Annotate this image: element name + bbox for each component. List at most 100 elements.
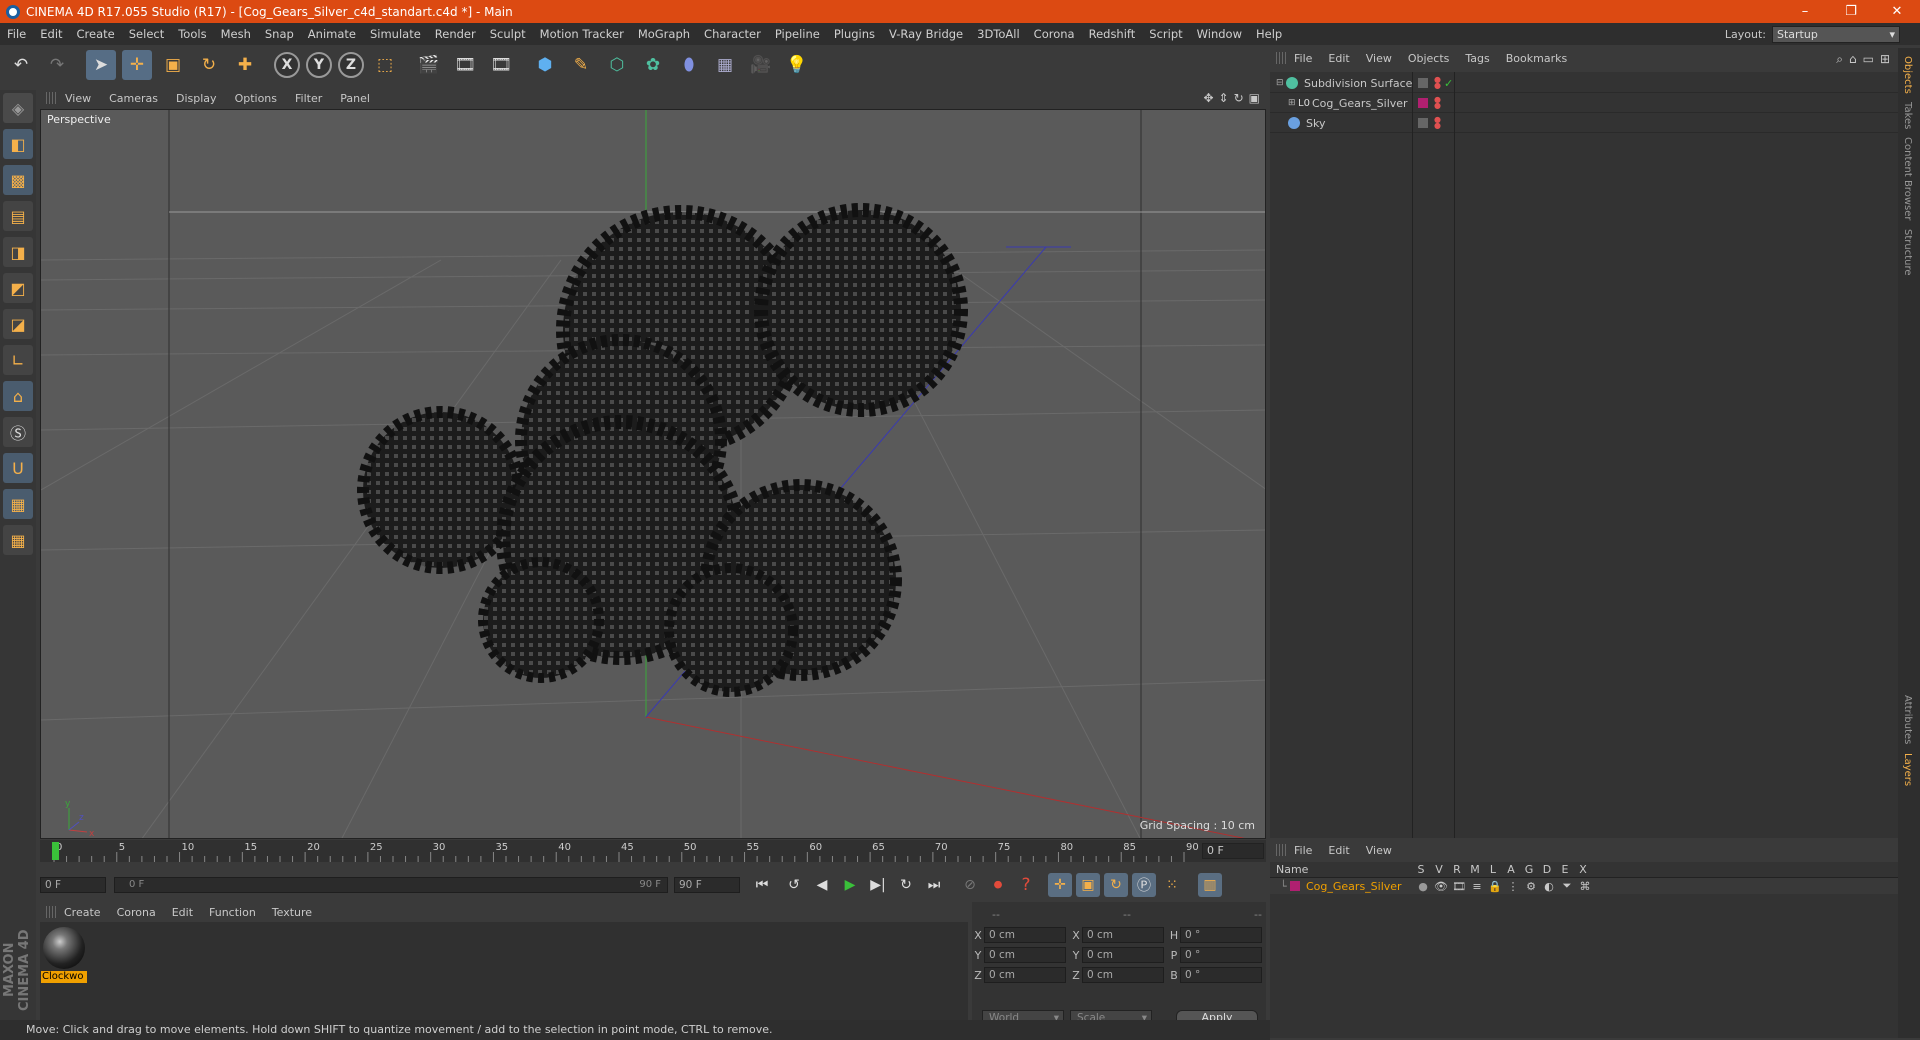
select-arrow-icon[interactable]: ➤ (86, 50, 116, 80)
point-mode-icon[interactable]: ◨ (3, 237, 33, 267)
panel-grip-icon[interactable] (1276, 52, 1286, 64)
polygon-mode-icon[interactable]: ◪ (3, 309, 33, 339)
workplane-lock-icon[interactable]: ▦ (3, 489, 33, 519)
menu-animate[interactable]: Animate (301, 27, 363, 41)
model-mode-icon[interactable]: ◧ (3, 129, 33, 159)
object-name[interactable]: Sky (1306, 117, 1325, 130)
animation-toggle-icon[interactable]: ⋮ (1504, 880, 1522, 893)
lock-toggle-icon[interactable]: 🔒 (1486, 880, 1504, 893)
object-name[interactable]: Cog_Gears_Silver (1312, 97, 1408, 110)
make-editable-icon[interactable]: ◈ (3, 93, 33, 123)
tab-objects[interactable]: Objects (1902, 56, 1913, 94)
layout-dropdown[interactable]: Startup (1772, 25, 1900, 43)
viewport-menu-display[interactable]: Display (167, 92, 226, 105)
live-selection-icon[interactable]: ✚ (230, 50, 260, 80)
new-window-icon[interactable]: ▭ (1863, 52, 1874, 67)
snap-magnet-icon[interactable]: U (3, 453, 33, 483)
start-frame-field[interactable]: 0 F (40, 877, 106, 893)
play-icon[interactable]: ▶ (838, 873, 862, 897)
key-position-icon[interactable]: ✛ (1048, 873, 1072, 897)
manager-toggle-icon[interactable]: ≡ (1468, 880, 1486, 893)
material-menu-create[interactable]: Create (56, 906, 109, 919)
render-view-icon[interactable]: 🎬 (414, 50, 444, 80)
rotation-b-field[interactable]: 0 ° (1180, 967, 1262, 983)
tab-content-browser[interactable]: Content Browser (1902, 137, 1913, 220)
axis-mode-icon[interactable]: ∟ (3, 345, 33, 375)
maximize-panel-icon[interactable]: ⊞ (1880, 52, 1890, 67)
light-icon[interactable]: 💡 (782, 50, 812, 80)
menu-plugins[interactable]: Plugins (827, 27, 882, 41)
size-z-field[interactable]: 0 cm (1082, 967, 1164, 983)
subdivision-surface-icon[interactable]: ⬡ (602, 50, 632, 80)
auto-keying-icon[interactable]: ⏺ (986, 873, 1010, 897)
position-x-field[interactable]: 0 cm (984, 927, 1066, 943)
xref-toggle-icon[interactable]: ⌘ (1576, 880, 1594, 893)
viewport-maximize-icon[interactable]: ▣ (1249, 91, 1260, 105)
menu-mesh[interactable]: Mesh (214, 27, 258, 41)
menu-redshift[interactable]: Redshift (1082, 27, 1143, 41)
expand-icon[interactable]: ⊞ (1288, 98, 1298, 108)
playhead-marker[interactable] (52, 842, 59, 860)
spline-pen-icon[interactable]: ✎ (566, 50, 596, 80)
maximize-button[interactable]: ❐ (1828, 4, 1874, 19)
rotation-h-field[interactable]: 0 ° (1180, 927, 1262, 943)
menu-script[interactable]: Script (1142, 27, 1189, 41)
tweak-mode-icon[interactable]: ⌂ (3, 381, 33, 411)
menu-corona[interactable]: Corona (1027, 27, 1082, 41)
object-menu-tags[interactable]: Tags (1457, 52, 1497, 65)
redo-icon[interactable]: ↷ (42, 50, 72, 80)
key-parameter-icon[interactable]: Ⓟ (1132, 873, 1156, 897)
deformer-icon[interactable]: ⬮ (674, 50, 704, 80)
menu-tools[interactable]: Tools (171, 27, 213, 41)
rotate-tool-icon[interactable]: ↻ (194, 50, 224, 80)
x-axis-lock-icon[interactable]: X (274, 52, 300, 78)
edge-mode-icon[interactable]: ◩ (3, 273, 33, 303)
menu-render[interactable]: Render (428, 27, 483, 41)
tab-attributes[interactable]: Attributes (1902, 695, 1913, 744)
size-x-field[interactable]: 0 cm (1082, 927, 1164, 943)
position-y-field[interactable]: 0 cm (984, 947, 1066, 963)
timeline-ruler[interactable]: 0 5 10 15 20 25 30 35 40 45 50 55 60 65 70 75 80 85 90 0 F (40, 840, 1266, 862)
viewport-menu-view[interactable]: View (56, 92, 100, 105)
render-picture-viewer-icon[interactable]: 🎞 (450, 50, 480, 80)
end-frame-field[interactable]: 90 F (674, 877, 740, 893)
minimize-button[interactable]: – (1782, 4, 1828, 19)
render-toggle-icon[interactable]: 🎞 (1450, 880, 1468, 893)
enabled-check-icon[interactable]: ✓ (1444, 77, 1453, 90)
solo-toggle-icon[interactable]: ● (1414, 880, 1432, 893)
scale-tool-icon[interactable]: ▣ (158, 50, 188, 80)
cog-gears-model[interactable] (357, 203, 968, 697)
key-pla-icon[interactable]: ⁙ (1160, 873, 1184, 897)
key-rotation-icon[interactable]: ↻ (1104, 873, 1128, 897)
menu-character[interactable]: Character (697, 27, 768, 41)
layer-color-tag-icon[interactable] (1418, 98, 1428, 108)
position-z-field[interactable]: 0 cm (984, 967, 1066, 983)
material-menu-corona[interactable]: Corona (109, 906, 164, 919)
next-keyframe-icon[interactable]: ↻ (894, 873, 918, 897)
previous-frame-icon[interactable]: ◀ (810, 873, 834, 897)
z-axis-lock-icon[interactable]: Z (338, 52, 364, 78)
current-frame-field[interactable]: 0 F (1202, 843, 1264, 859)
material-menu-edit[interactable]: Edit (164, 906, 201, 919)
coordinate-system-icon[interactable]: ⬚ (370, 50, 400, 80)
layer-menu-view[interactable]: View (1358, 844, 1400, 857)
menu-select[interactable]: Select (122, 27, 171, 41)
tab-takes[interactable]: Takes (1902, 102, 1913, 129)
collapse-icon[interactable]: ⊟ (1276, 78, 1286, 88)
record-keys-icon[interactable]: ⊘ (958, 873, 982, 897)
menu-edit[interactable]: Edit (33, 27, 69, 41)
object-row[interactable]: ⊞ L0 Cog_Gears_Silver ● ● (1270, 94, 1898, 113)
visibility-dots-icon[interactable]: ● ● (1434, 116, 1441, 130)
solo-mode-icon[interactable]: Ⓢ (3, 417, 33, 447)
menu-pipeline[interactable]: Pipeline (768, 27, 827, 41)
material-menu-function[interactable]: Function (201, 906, 264, 919)
rotation-p-field[interactable]: 0 ° (1180, 947, 1262, 963)
panel-grip-icon[interactable] (46, 92, 56, 104)
object-menu-file[interactable]: File (1286, 52, 1320, 65)
material-preview-swatch[interactable] (43, 927, 85, 969)
menu-create[interactable]: Create (70, 27, 122, 41)
tab-structure[interactable]: Structure (1902, 229, 1913, 276)
menu-mograph[interactable]: MoGraph (631, 27, 697, 41)
floor-icon[interactable]: ▦ (710, 50, 740, 80)
key-scale-icon[interactable]: ▣ (1076, 873, 1100, 897)
